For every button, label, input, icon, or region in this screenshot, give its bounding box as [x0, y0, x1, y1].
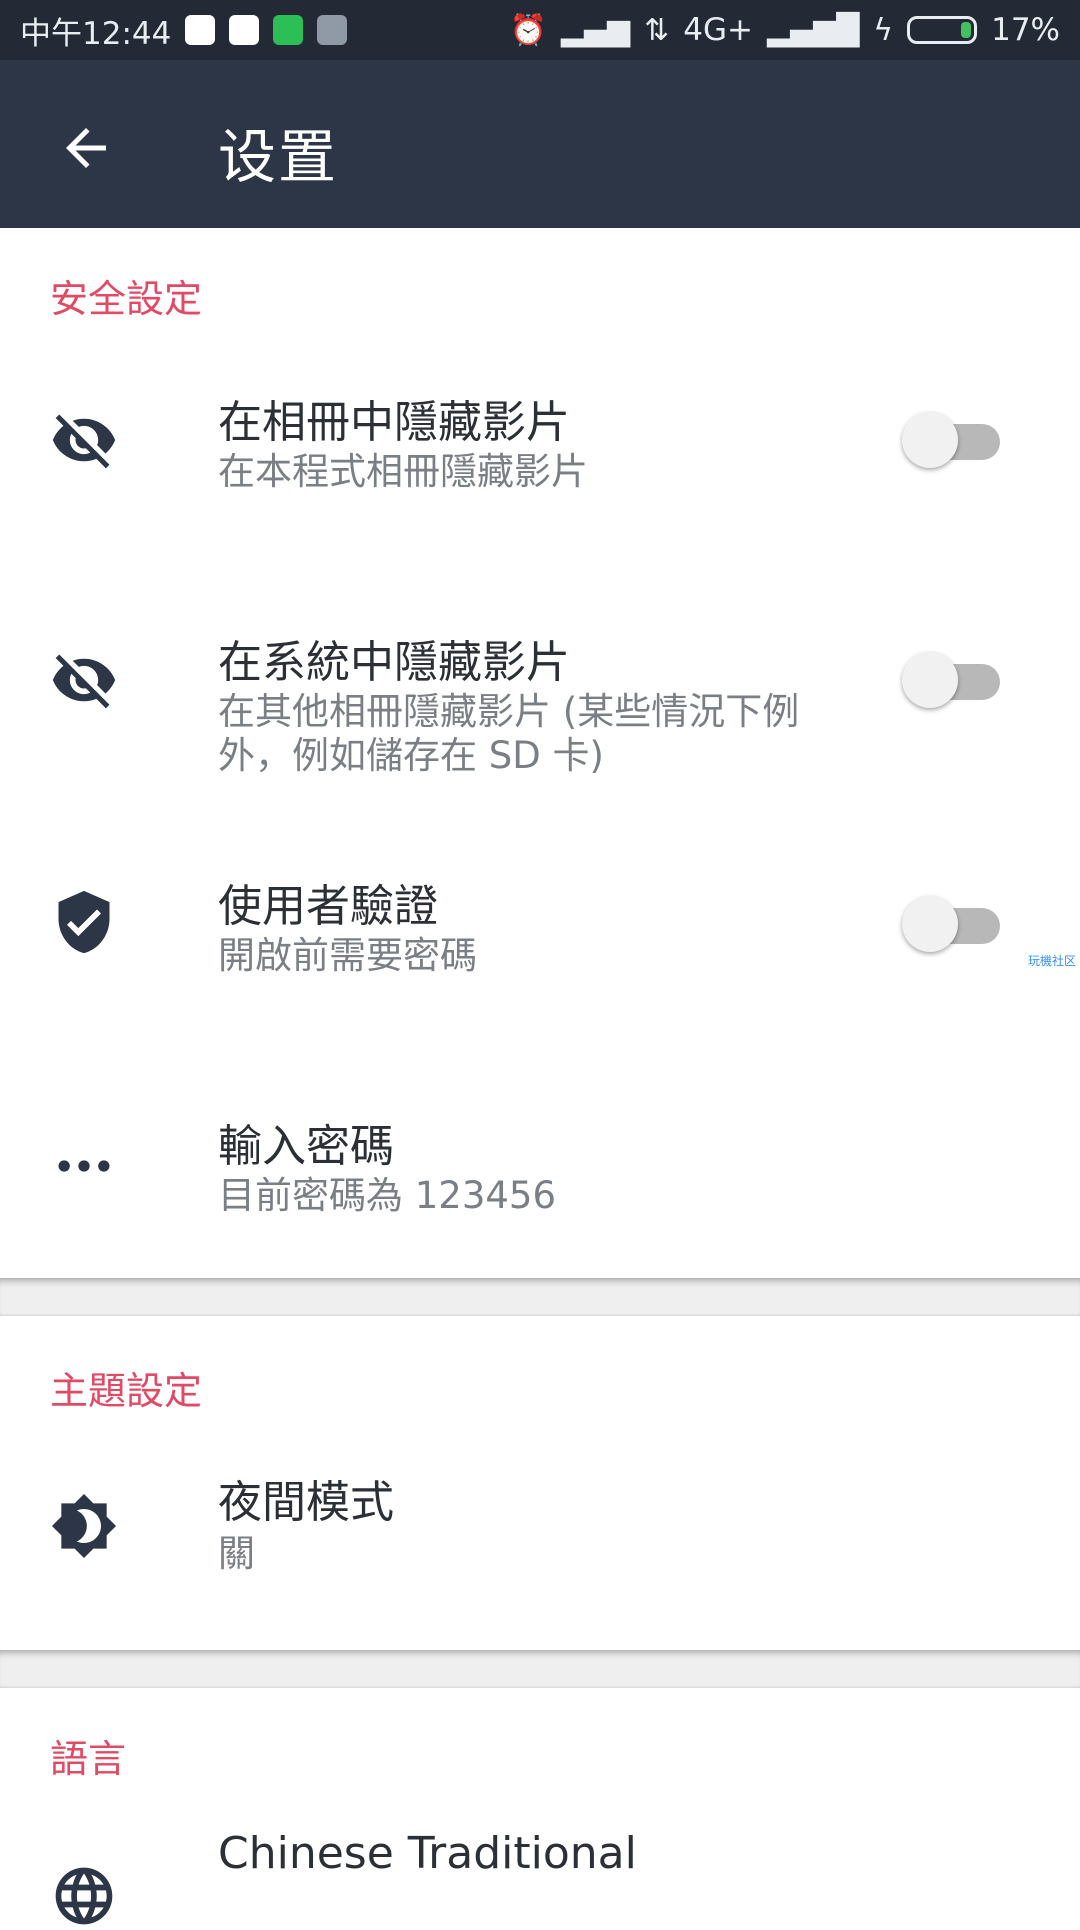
- theme-section: 主題設定 夜間模式 關: [0, 1316, 1080, 1650]
- toggle-thumb: [902, 412, 958, 468]
- app-bar: 设置: [0, 60, 1080, 228]
- battery-fill: [961, 22, 972, 38]
- night-mode-setting[interactable]: 夜間模式 關: [0, 1456, 1080, 1636]
- setting-subtitle: 目前密碼為 123456: [218, 1174, 557, 1217]
- section-divider: [0, 1278, 1080, 1316]
- section-header: 主題設定: [50, 1369, 203, 1413]
- section-header: 語言: [50, 1737, 127, 1781]
- battery-percent: 17%: [991, 12, 1060, 48]
- status-bar: 中午12:44 ⏰ ▂▄▆ ⇅ 4G+ ▂▄▆█ ϟ 17%: [0, 0, 1080, 60]
- setting-title: 在相冊中隱藏影片: [218, 397, 570, 448]
- hide-in-album-setting[interactable]: 在相冊中隱藏影片 在本程式相冊隱藏影片: [0, 358, 1080, 558]
- brightness-icon: [51, 1493, 117, 1559]
- battery-icon: [907, 16, 978, 44]
- setting-title: 輸入密碼: [218, 1121, 394, 1172]
- qq-icon: [185, 15, 216, 45]
- dots-icon: [58, 1160, 110, 1172]
- setting-subtitle: 在其他相冊隱藏影片 (某些情況下例外，例如儲存在 SD 卡): [218, 690, 800, 777]
- setting-title: 夜間模式: [218, 1477, 394, 1528]
- network-type: 4G+: [683, 12, 753, 48]
- language-section: 語言 Chinese Traditional: [0, 1688, 1080, 1925]
- setting-subtitle: 關: [218, 1532, 255, 1575]
- back-button[interactable]: [56, 118, 116, 178]
- language-setting[interactable]: Chinese Traditional: [0, 1828, 1080, 1928]
- language-value: Chinese Traditional: [218, 1828, 637, 1879]
- user-auth-toggle[interactable]: [902, 894, 1000, 952]
- hide-in-system-setting[interactable]: 在系統中隱藏影片 在其他相冊隱藏影片 (某些情況下例外，例如儲存在 SD 卡): [0, 596, 1080, 816]
- qq-icon: [229, 15, 260, 45]
- toggle-thumb: [902, 896, 958, 952]
- data-arrows-icon: ⇅: [644, 12, 670, 48]
- notes-app-icon: [317, 15, 348, 45]
- section-divider: [0, 1650, 1080, 1688]
- setting-subtitle: 在本程式相冊隱藏影片: [218, 450, 588, 493]
- video-app-icon: [273, 15, 304, 45]
- alarm-icon: ⏰: [509, 12, 547, 48]
- charging-icon: ϟ: [873, 12, 894, 48]
- setting-title: 使用者驗證: [218, 881, 438, 932]
- hide-in-album-toggle[interactable]: [902, 410, 1000, 468]
- page-title: 设置: [218, 123, 339, 191]
- toggle-thumb: [902, 652, 958, 708]
- eye-off-icon: [52, 414, 116, 469]
- section-header: 安全設定: [50, 277, 203, 321]
- enter-password-setting[interactable]: 輸入密碼 目前密碼為 123456: [0, 1078, 1080, 1278]
- user-auth-setting[interactable]: 使用者驗證 開啟前需要密碼: [0, 838, 1080, 1038]
- arrow-back-icon: [66, 128, 106, 168]
- signal-icon: ▂▄▆: [560, 12, 631, 48]
- shield-check-icon: [58, 890, 110, 954]
- setting-title: 在系統中隱藏影片: [218, 637, 570, 688]
- eye-off-icon: [52, 654, 116, 709]
- watermark: 玩機社区: [1028, 954, 1077, 968]
- security-section: 安全設定 在相冊中隱藏影片 在本程式相冊隱藏影片 在系統中隱藏影片 在其他相冊隱…: [0, 228, 1080, 1278]
- status-time: 中午12:44: [20, 15, 172, 52]
- signal-icon: ▂▄▆█: [767, 12, 860, 48]
- setting-subtitle: 開啟前需要密碼: [218, 934, 477, 977]
- hide-in-system-toggle[interactable]: [902, 650, 1000, 708]
